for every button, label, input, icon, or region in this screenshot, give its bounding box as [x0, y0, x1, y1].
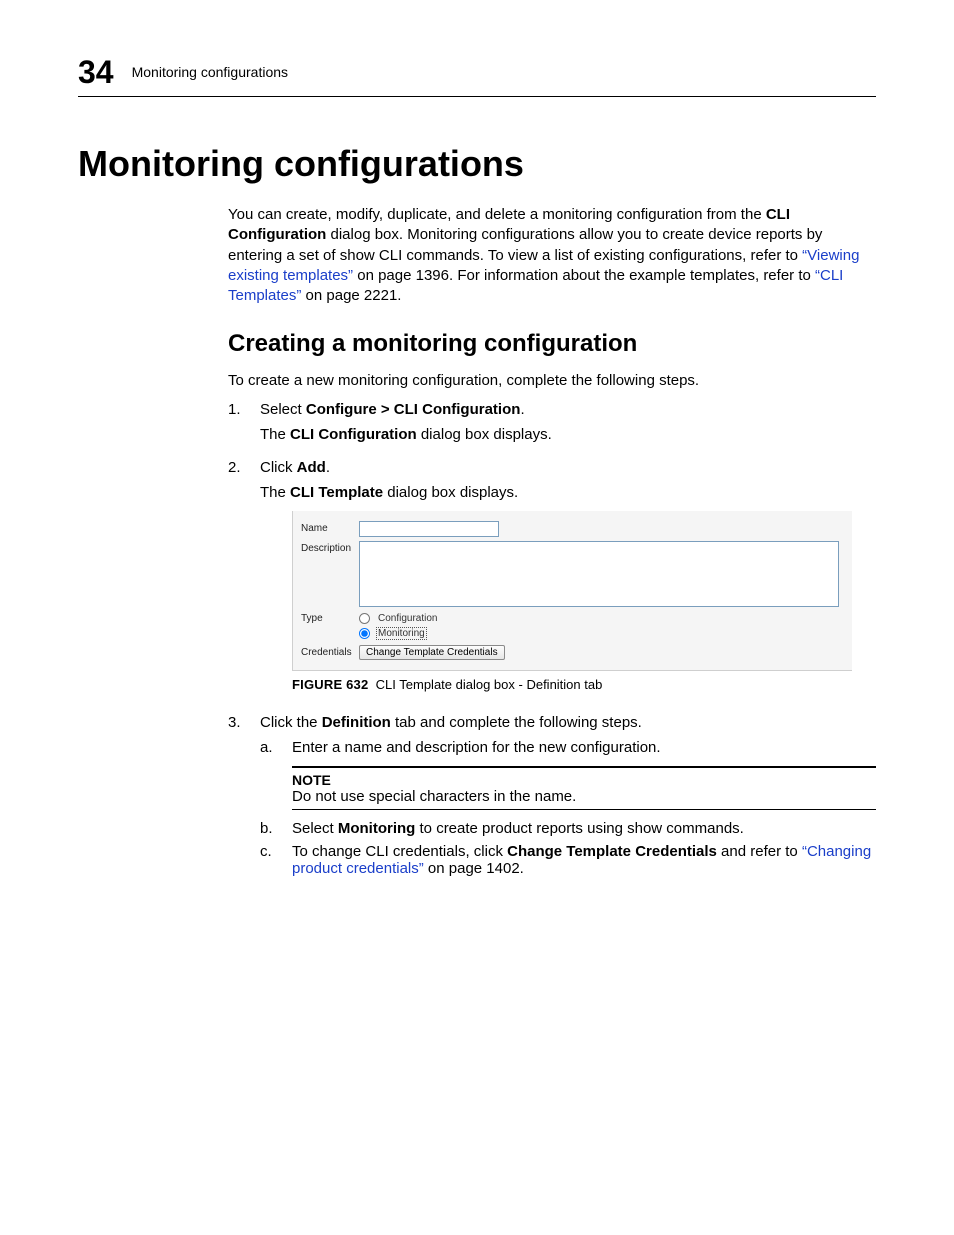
- step-3c-text: To change CLI credentials, click Change …: [292, 843, 876, 877]
- radio-configuration[interactable]: Configuration: [359, 611, 439, 626]
- step-2-follow-bold: CLI Template: [290, 484, 383, 501]
- step-3c-letter: c.: [260, 843, 280, 877]
- step-2-follow: The CLI Template dialog box displays.: [260, 484, 876, 501]
- dialog-label-description: Description: [301, 541, 351, 554]
- step-3a-letter: a.: [260, 739, 280, 756]
- intro-text: You can create, modify, duplicate, and d…: [228, 205, 876, 306]
- dialog-row-name: Name: [301, 521, 844, 537]
- dialog-row-description: Description: [301, 541, 844, 607]
- note-body: Do not use special characters in the nam…: [292, 788, 876, 805]
- radio-monitoring-label: Monitoring: [376, 627, 427, 640]
- step-3-body: Click the Definition tab and complete th…: [260, 714, 876, 883]
- step-3-c: tab and complete the following steps.: [391, 714, 642, 731]
- dialog-label-credentials: Credentials: [301, 645, 351, 658]
- step-2-c: .: [326, 459, 330, 476]
- intro-text-a: You can create, modify, duplicate, and d…: [228, 206, 766, 223]
- chapter-number: 34: [78, 56, 114, 88]
- dialog-row-type: Type Configuration Monitoring: [301, 611, 844, 641]
- step-3b: b. Select Monitoring to create product r…: [260, 820, 876, 837]
- dialog-label-name: Name: [301, 521, 351, 534]
- note-title: NOTE: [292, 772, 876, 788]
- intro-paragraph: You can create, modify, duplicate, and d…: [228, 205, 876, 306]
- step-3-number: 3.: [228, 714, 248, 883]
- figure-caption: FIGURE 632 CLI Template dialog box - Def…: [292, 677, 876, 692]
- dialog-label-type: Type: [301, 611, 351, 624]
- step-2-number: 2.: [228, 459, 248, 706]
- step-2-body: Click Add. The CLI Template dialog box d…: [260, 459, 876, 706]
- step-3c-bold: Change Template Credentials: [507, 843, 717, 860]
- step-1-c: .: [520, 401, 524, 418]
- step-3: 3. Click the Definition tab and complete…: [228, 714, 876, 883]
- intro-text-e: on page 2221.: [301, 287, 401, 304]
- intro-text-d: on page 1396. For information about the …: [353, 267, 815, 284]
- step-3b-letter: b.: [260, 820, 280, 837]
- dialog-type-options: Configuration Monitoring: [359, 611, 439, 641]
- step-1-number: 1.: [228, 401, 248, 451]
- change-template-credentials-button[interactable]: Change Template Credentials: [359, 645, 505, 660]
- note-rule: NOTE Do not use special characters in th…: [292, 766, 876, 810]
- name-input[interactable]: [359, 521, 499, 537]
- step-2-follow-a: The: [260, 484, 290, 501]
- step-3b-a: Select: [292, 820, 338, 837]
- step-1-follow-a: The: [260, 426, 290, 443]
- step-1-a: Select: [260, 401, 306, 418]
- step-1-bold: Configure > CLI Configuration: [306, 401, 521, 418]
- step-3b-c: to create product reports using show com…: [415, 820, 744, 837]
- chapter-title: Monitoring configurations: [132, 64, 288, 80]
- step-2-text: Click Add.: [260, 459, 876, 476]
- step-1-follow: The CLI Configuration dialog box display…: [260, 426, 876, 443]
- figure-caption-text: CLI Template dialog box - Definition tab: [376, 677, 603, 692]
- page: 34 Monitoring configurations Monitoring …: [0, 0, 954, 1235]
- step-3b-text: Select Monitoring to create product repo…: [292, 820, 876, 837]
- radio-configuration-label: Configuration: [376, 612, 439, 625]
- step-3a-text: Enter a name and description for the new…: [292, 739, 876, 756]
- step-3-a: Click the: [260, 714, 322, 731]
- step-3a: a. Enter a name and description for the …: [260, 739, 876, 756]
- running-header: 34 Monitoring configurations: [78, 56, 876, 97]
- step-3c-a: To change CLI credentials, click: [292, 843, 507, 860]
- step-2-follow-c: dialog box displays.: [383, 484, 518, 501]
- step-3b-bold: Monitoring: [338, 820, 415, 837]
- dialog-row-credentials: Credentials Change Template Credentials: [301, 645, 844, 660]
- description-input[interactable]: [359, 541, 839, 607]
- section-heading: Creating a monitoring configuration: [228, 328, 876, 360]
- step-2-bold: Add: [297, 459, 326, 476]
- section-heading-block: Creating a monitoring configuration To c…: [228, 328, 876, 391]
- step-1-text: Select Configure > CLI Configuration.: [260, 401, 876, 418]
- radio-configuration-input[interactable]: [359, 613, 370, 624]
- step-3c-d: on page 1402.: [424, 860, 524, 877]
- step-3c: c. To change CLI credentials, click Chan…: [260, 843, 876, 877]
- step-3-text: Click the Definition tab and complete th…: [260, 714, 876, 731]
- step-1-follow-c: dialog box displays.: [417, 426, 552, 443]
- page-title: Monitoring configurations: [78, 143, 876, 185]
- step-1-follow-bold: CLI Configuration: [290, 426, 417, 443]
- cli-template-dialog: Name Description Type Configuration: [292, 511, 852, 671]
- step-3c-c: and refer to: [717, 843, 802, 860]
- note-block: NOTE Do not use special characters in th…: [292, 766, 876, 810]
- radio-monitoring[interactable]: Monitoring: [359, 626, 439, 641]
- radio-monitoring-input[interactable]: [359, 628, 370, 639]
- step-1-body: Select Configure > CLI Configuration. Th…: [260, 401, 876, 451]
- step-2-a: Click: [260, 459, 297, 476]
- step-2: 2. Click Add. The CLI Template dialog bo…: [228, 459, 876, 706]
- section-lead: To create a new monitoring configuration…: [228, 371, 876, 391]
- step-1: 1. Select Configure > CLI Configuration.…: [228, 401, 876, 451]
- steps-list: 1. Select Configure > CLI Configuration.…: [228, 401, 876, 883]
- step-3-bold: Definition: [322, 714, 391, 731]
- figure-number: FIGURE 632: [292, 677, 368, 692]
